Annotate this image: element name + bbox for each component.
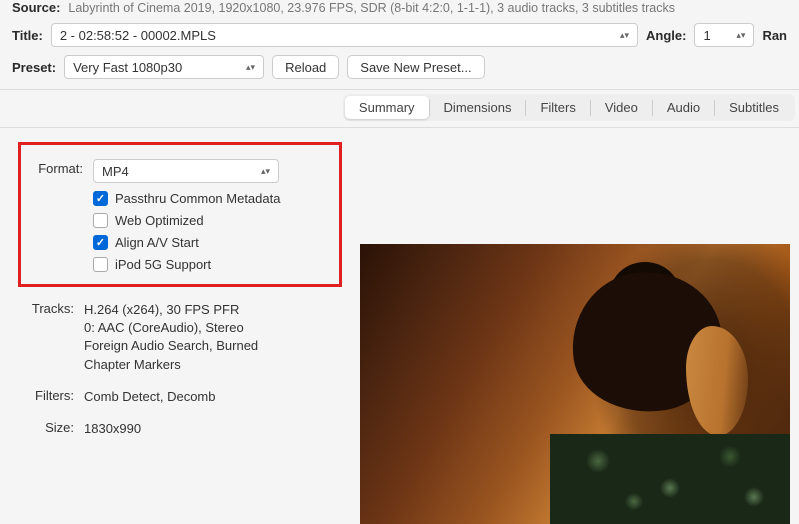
passthru-metadata-label: Passthru Common Metadata bbox=[115, 191, 280, 206]
updown-icon: ▴▾ bbox=[736, 31, 745, 40]
web-optimized-checkbox[interactable] bbox=[93, 213, 108, 228]
tab-video[interactable]: Video bbox=[591, 96, 652, 119]
passthru-metadata-checkbox[interactable]: ✓ bbox=[93, 191, 108, 206]
format-value: MP4 bbox=[102, 164, 129, 179]
tracks-value: H.264 (x264), 30 FPS PFR 0: AAC (CoreAud… bbox=[84, 301, 258, 374]
align-av-label: Align A/V Start bbox=[115, 235, 199, 250]
tab-filters[interactable]: Filters bbox=[526, 96, 589, 119]
updown-icon: ▴▾ bbox=[620, 31, 629, 40]
tracks-line: 0: AAC (CoreAudio), Stereo bbox=[84, 319, 258, 337]
format-highlight-box: Format: MP4 ▴▾ ✓ Passthru Common Metadat… bbox=[18, 142, 342, 287]
format-select[interactable]: MP4 ▴▾ bbox=[93, 159, 279, 183]
angle-value: 1 bbox=[703, 28, 710, 43]
tab-audio[interactable]: Audio bbox=[653, 96, 714, 119]
format-label: Format: bbox=[27, 159, 83, 176]
align-av-checkbox[interactable]: ✓ bbox=[93, 235, 108, 250]
updown-icon: ▴▾ bbox=[261, 167, 270, 176]
ipod-5g-checkbox[interactable] bbox=[93, 257, 108, 272]
angle-select[interactable]: 1 ▴▾ bbox=[694, 23, 754, 47]
title-select[interactable]: 2 - 02:58:52 - 00002.MPLS ▴▾ bbox=[51, 23, 638, 47]
preset-value: Very Fast 1080p30 bbox=[73, 60, 182, 75]
title-label: Title: bbox=[12, 28, 43, 43]
updown-icon: ▴▾ bbox=[246, 63, 255, 72]
title-value: 2 - 02:58:52 - 00002.MPLS bbox=[60, 28, 216, 43]
range-label: Ran bbox=[762, 28, 787, 43]
preset-select[interactable]: Very Fast 1080p30 ▴▾ bbox=[64, 55, 264, 79]
tracks-label: Tracks: bbox=[18, 301, 74, 316]
reload-button[interactable]: Reload bbox=[272, 55, 339, 79]
save-new-preset-button[interactable]: Save New Preset... bbox=[347, 55, 484, 79]
angle-label: Angle: bbox=[646, 28, 686, 43]
filters-label: Filters: bbox=[18, 388, 74, 403]
tracks-line: H.264 (x264), 30 FPS PFR bbox=[84, 301, 258, 319]
tracks-line: Foreign Audio Search, Burned bbox=[84, 337, 258, 355]
filters-value: Comb Detect, Decomb bbox=[84, 388, 216, 406]
size-label: Size: bbox=[18, 420, 74, 435]
tab-dimensions[interactable]: Dimensions bbox=[430, 96, 526, 119]
size-value: 1830x990 bbox=[84, 420, 141, 438]
preview-image bbox=[360, 244, 790, 524]
source-label: Source: bbox=[12, 0, 60, 15]
ipod-5g-label: iPod 5G Support bbox=[115, 257, 211, 272]
preset-label: Preset: bbox=[12, 60, 56, 75]
tab-subtitles[interactable]: Subtitles bbox=[715, 96, 793, 119]
tracks-line: Chapter Markers bbox=[84, 356, 258, 374]
tab-group: Summary Dimensions Filters Video Audio S… bbox=[343, 94, 795, 121]
source-text: Labyrinth of Cinema 2019, 1920x1080, 23.… bbox=[68, 1, 675, 15]
tab-summary[interactable]: Summary bbox=[345, 96, 429, 119]
web-optimized-label: Web Optimized bbox=[115, 213, 204, 228]
summary-panel: Format: MP4 ▴▾ ✓ Passthru Common Metadat… bbox=[0, 128, 360, 524]
